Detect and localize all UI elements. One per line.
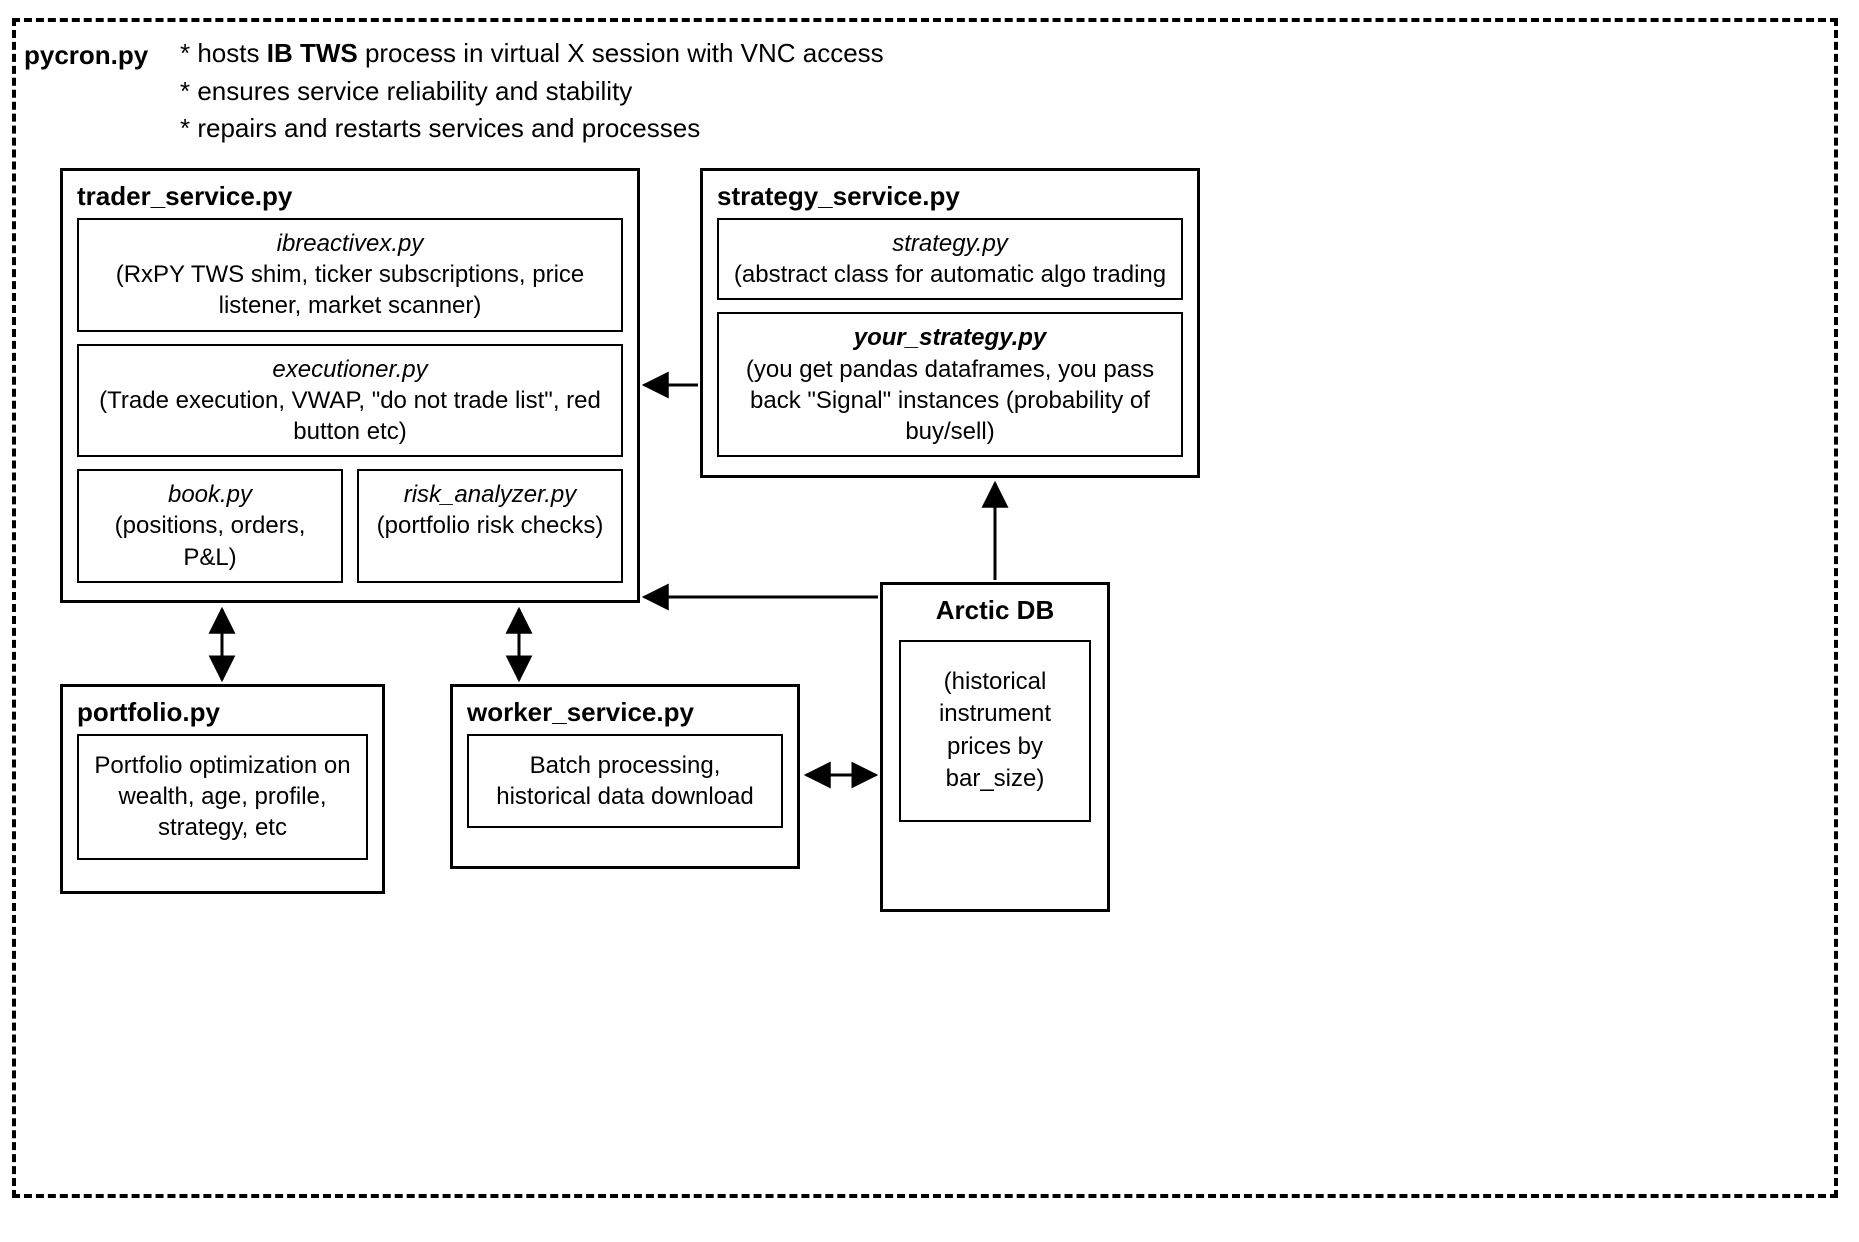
diagram-canvas: pycron.py * hosts IB TWS process in virt… — [0, 0, 1859, 1242]
bullet-2: * ensures service reliability and stabil… — [180, 73, 884, 111]
portfolio-desc: Portfolio optimization on wealth, age, p… — [89, 750, 356, 844]
bullet-1-prefix: * hosts — [180, 38, 267, 68]
risk-title: risk_analyzer.py — [369, 479, 611, 510]
executioner-box: executioner.py (Trade execution, VWAP, "… — [77, 344, 623, 458]
strategy-desc: (abstract class for automatic algo tradi… — [729, 259, 1171, 290]
portfolio-inner: Portfolio optimization on wealth, age, p… — [77, 734, 368, 860]
arctic-desc: (historical instrument prices by bar_siz… — [915, 666, 1075, 796]
strategy-service-title: strategy_service.py — [703, 171, 1197, 218]
strategy-title: strategy.py — [729, 228, 1171, 259]
bullet-1-suffix: process in virtual X session with VNC ac… — [358, 38, 884, 68]
worker-service-inner: Batch processing, historical data downlo… — [467, 734, 783, 828]
trader-service-box: trader_service.py ibreactivex.py (RxPY T… — [60, 168, 640, 603]
bullet-1-bold: IB TWS — [267, 38, 358, 68]
your-strategy-box: your_strategy.py (you get pandas datafra… — [717, 312, 1183, 457]
bullet-3: * repairs and restarts services and proc… — [180, 110, 884, 148]
book-box: book.py (positions, orders, P&L) — [77, 469, 343, 583]
arctic-title: Arctic DB — [883, 585, 1107, 632]
strategy-service-box: strategy_service.py strategy.py (abstrac… — [700, 168, 1200, 478]
pycron-label: pycron.py — [24, 40, 148, 71]
trader-service-title: trader_service.py — [63, 171, 637, 218]
arctic-inner: (historical instrument prices by bar_siz… — [899, 640, 1091, 822]
executioner-title: executioner.py — [89, 354, 611, 385]
your-strategy-desc: (you get pandas dataframes, you pass bac… — [729, 354, 1171, 448]
portfolio-title: portfolio.py — [63, 687, 382, 734]
ibreactivex-box: ibreactivex.py (RxPY TWS shim, ticker su… — [77, 218, 623, 332]
ibreactivex-desc: (RxPY TWS shim, ticker subscriptions, pr… — [89, 259, 611, 321]
bullet-1: * hosts IB TWS process in virtual X sess… — [180, 35, 884, 73]
portfolio-box: portfolio.py Portfolio optimization on w… — [60, 684, 385, 894]
arctic-box: Arctic DB (historical instrument prices … — [880, 582, 1110, 912]
risk-box: risk_analyzer.py (portfolio risk checks) — [357, 469, 623, 583]
worker-service-box: worker_service.py Batch processing, hist… — [450, 684, 800, 869]
your-strategy-title: your_strategy.py — [729, 322, 1171, 353]
book-desc: (positions, orders, P&L) — [89, 510, 331, 572]
worker-service-title: worker_service.py — [453, 687, 797, 734]
pycron-bullets: * hosts IB TWS process in virtual X sess… — [180, 35, 884, 148]
book-title: book.py — [89, 479, 331, 510]
risk-desc: (portfolio risk checks) — [369, 510, 611, 541]
strategy-box: strategy.py (abstract class for automati… — [717, 218, 1183, 300]
worker-service-desc: Batch processing, historical data downlo… — [479, 750, 771, 812]
executioner-desc: (Trade execution, VWAP, "do not trade li… — [89, 385, 611, 447]
ibreactivex-title: ibreactivex.py — [89, 228, 611, 259]
